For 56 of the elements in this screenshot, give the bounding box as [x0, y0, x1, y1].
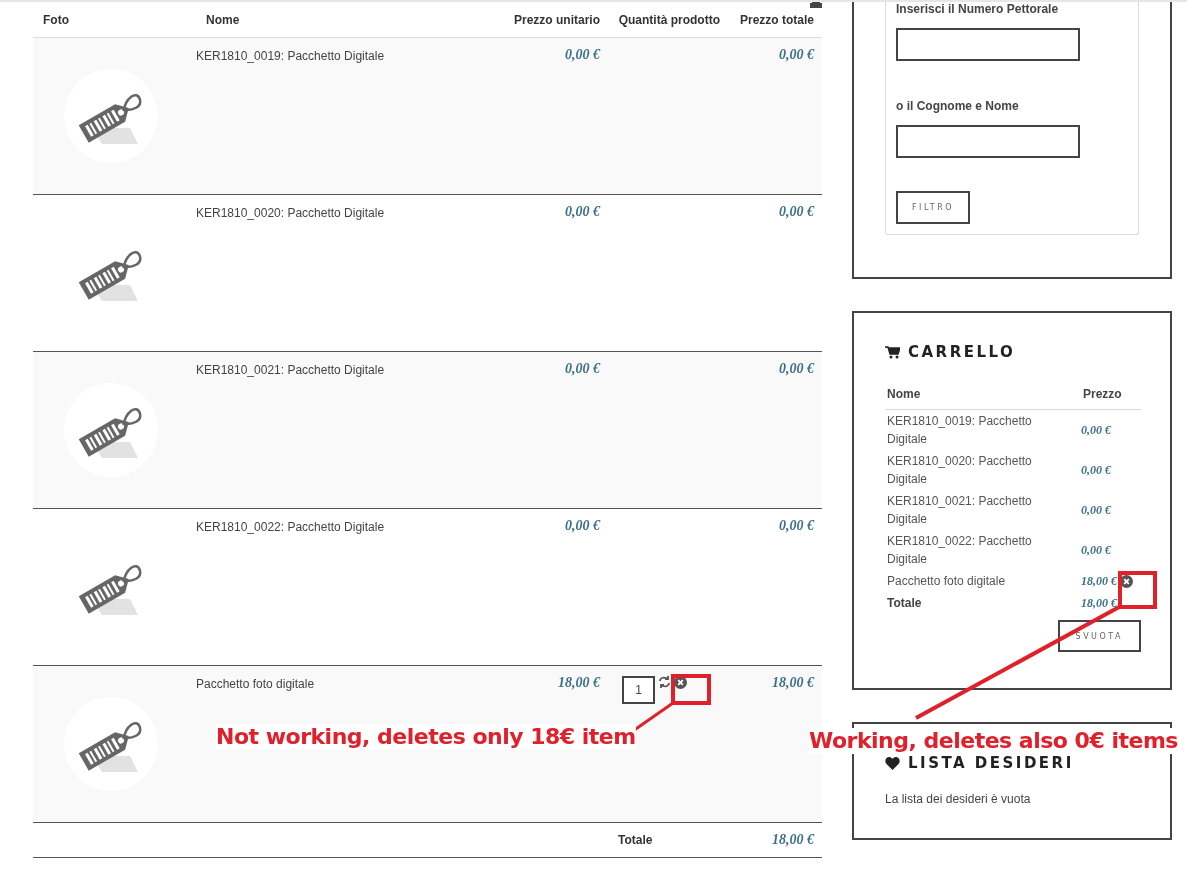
cart-item-name: KER1810_0022: Pacchetto Digitale — [886, 533, 1033, 568]
total-price: 0,00 € — [778, 46, 816, 63]
input-field[interactable] — [896, 28, 1080, 61]
total-price: 0,00 € — [778, 517, 816, 534]
total-price: 18,00 € — [771, 674, 816, 691]
total-price: 18,00 € — [771, 832, 816, 848]
product-name: Pacchetto foto digitale — [196, 676, 316, 691]
column-header: Prezzo totale — [739, 12, 815, 27]
total-label: Totale — [886, 595, 923, 612]
input-field[interactable] — [896, 125, 1080, 158]
cart-item-name: KER1810_0021: Pacchetto Digitale — [886, 493, 1033, 528]
unit-price: 0,00 € — [564, 517, 602, 534]
cart-item-price: 0,00 € — [1081, 502, 1111, 518]
cart-item-price: 0,00 € — [1081, 542, 1111, 558]
cart-item-price: 0,00 € — [1081, 422, 1111, 438]
product-name: KER1810_0021: Pacchetto Digitale — [196, 362, 386, 377]
panel-title: LISTA DESIDERI — [908, 754, 1074, 772]
remove-icon[interactable] — [674, 676, 687, 689]
printer-icon[interactable] — [810, 2, 822, 8]
product-name: KER1810_0022: Pacchetto Digitale — [196, 519, 386, 534]
column-header: Nome — [205, 12, 241, 27]
filter-button[interactable]: FILTRO — [896, 191, 971, 224]
annotation-text: Working, deletes also 0€ items — [809, 728, 1178, 754]
highlight-frame — [671, 674, 711, 705]
remove-icon[interactable] — [1120, 574, 1133, 588]
refresh-icon[interactable] — [659, 676, 670, 688]
unit-price: 0,00 € — [564, 360, 602, 377]
heart-icon — [885, 756, 900, 770]
total-price: 0,00 € — [778, 360, 816, 377]
annotation-text: Not working, deletes only 18€ item — [216, 724, 636, 750]
column-header: Foto — [42, 12, 70, 27]
unit-price: 0,00 € — [564, 46, 602, 63]
panel-title: CARRELLO — [908, 343, 1016, 361]
column-header: Quantità prodotto — [617, 12, 721, 27]
cart-item-price: 0,00 € — [1081, 462, 1111, 478]
highlight-frame — [1118, 571, 1157, 609]
total-price: 0,00 € — [778, 203, 816, 220]
column-header: Prezzo unitario — [513, 12, 601, 27]
column-header: Prezzo — [1081, 387, 1141, 410]
product-name: KER1810_0020: Pacchetto Digitale — [196, 205, 386, 220]
cart-item-name: KER1810_0019: Pacchetto Digitale — [886, 413, 1033, 448]
product-name: KER1810_0019: Pacchetto Digitale — [196, 48, 386, 63]
empty-message: La lista dei desideri è vuota — [885, 792, 1032, 806]
cart-item-price: 18,00 € — [1081, 573, 1117, 589]
field-label: o il Cognome e Nome — [896, 99, 1020, 113]
quantity-field[interactable]: 1 — [622, 676, 655, 704]
field-label: Inserisci il Numero Pettorale — [896, 2, 1060, 16]
total-label: Totale — [617, 833, 654, 847]
unit-price: 18,00 € — [557, 674, 602, 691]
cart-total-price: 18,00 € — [1081, 595, 1117, 611]
cart-icon — [885, 345, 900, 359]
empty-cart-button[interactable]: SVUOTA — [1057, 620, 1141, 652]
column-header: Nome — [885, 387, 1081, 410]
unit-price: 0,00 € — [564, 203, 602, 220]
cart-item-name: KER1810_0020: Pacchetto Digitale — [886, 453, 1033, 488]
cart-item-name: Pacchetto foto digitale — [886, 573, 1007, 590]
